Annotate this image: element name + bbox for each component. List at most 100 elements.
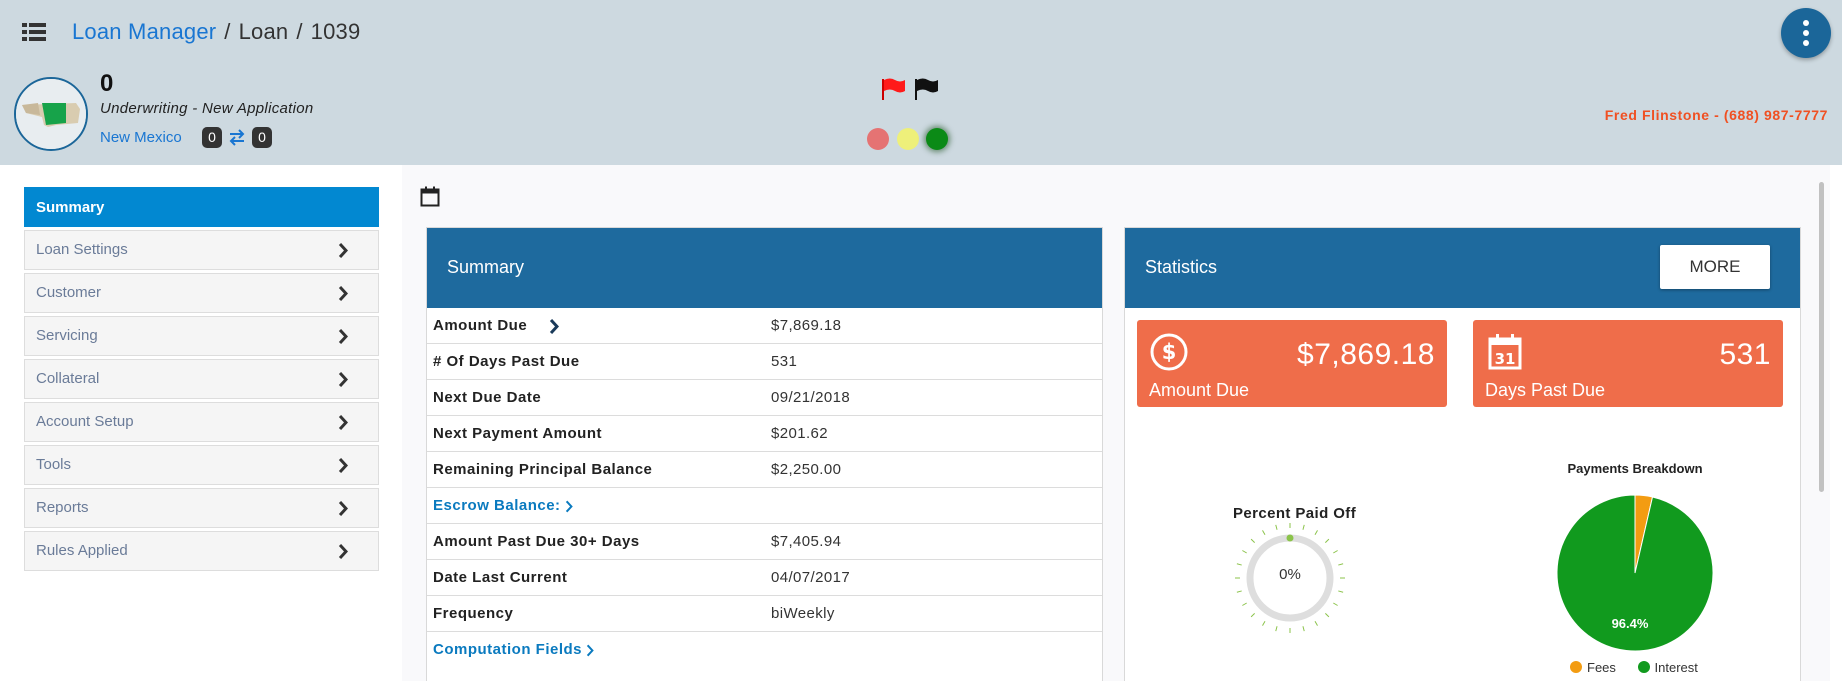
- summary-row-amount-past-due-30: Amount Past Due 30+ Days $7,405.94: [427, 524, 1102, 560]
- sidebar-item-servicing[interactable]: Servicing: [24, 316, 379, 356]
- red-flag-icon[interactable]: [880, 77, 906, 101]
- legend-dot: [1570, 661, 1582, 673]
- sidebar-item-summary[interactable]: Summary: [24, 187, 379, 227]
- status-dot-yellow[interactable]: [897, 128, 919, 150]
- breadcrumb-separator: /: [296, 19, 303, 44]
- gauge-tick: [1262, 621, 1266, 626]
- sidebar-item-loan-settings[interactable]: Loan Settings: [24, 230, 379, 270]
- sidebar-item-label: Servicing: [36, 327, 98, 344]
- gauge-tick: [1325, 538, 1330, 543]
- summary-panel-header: Summary: [427, 228, 1102, 308]
- more-button[interactable]: MORE: [1660, 245, 1770, 289]
- more-options-button[interactable]: [1781, 8, 1831, 58]
- gauge-tick: [1314, 530, 1318, 535]
- row-value: $2,250.00: [771, 461, 842, 478]
- sidebar-item-tools[interactable]: Tools: [24, 445, 379, 485]
- list-menu-icon[interactable]: [22, 22, 46, 42]
- gauge-tick: [1250, 538, 1255, 543]
- summary-row-escrow-balance: Escrow Balance:: [427, 488, 1102, 524]
- gauge-tick: [1262, 530, 1266, 535]
- svg-text:31: 31: [1495, 350, 1516, 368]
- summary-row-date-last-current: Date Last Current 04/07/2017: [427, 560, 1102, 596]
- svg-text:$: $: [1162, 340, 1177, 364]
- row-label: Computation Fields: [433, 641, 582, 658]
- legend-dot: [1637, 661, 1650, 673]
- legend-item-fees[interactable]: Fees: [1570, 660, 1616, 675]
- statistics-panel-header: Statistics MORE: [1125, 228, 1800, 308]
- sidebar-item-collateral[interactable]: Collateral: [24, 359, 379, 399]
- row-label: # Of Days Past Due: [433, 353, 580, 370]
- row-value: $7,869.18: [771, 317, 842, 334]
- statistics-panel-title: Statistics: [1145, 257, 1218, 277]
- chevron-right-icon: [338, 458, 348, 473]
- gauge-tick: [1275, 524, 1278, 530]
- loan-number: 0: [100, 70, 114, 97]
- chevron-right-icon: [338, 544, 348, 559]
- gauge-marker: [1286, 534, 1294, 542]
- status-dot-red[interactable]: [867, 128, 889, 150]
- row-label: Frequency: [433, 605, 514, 622]
- legend-item-interest[interactable]: Interest: [1637, 660, 1698, 675]
- summary-row-frequency: Frequency biWeekly: [427, 596, 1102, 632]
- row-label: Date Last Current: [433, 569, 568, 586]
- computation-fields-link[interactable]: Computation Fields: [433, 632, 594, 668]
- breadcrumb-loan-id: 1039: [310, 19, 361, 44]
- summary-panel-title: Summary: [447, 257, 525, 277]
- chevron-right-icon: [338, 286, 348, 301]
- breadcrumb-loan-manager[interactable]: Loan Manager: [72, 19, 216, 44]
- row-value: $7,405.94: [771, 533, 842, 550]
- row-label: Next Payment Amount: [433, 425, 602, 442]
- card-value: 531: [1719, 338, 1771, 371]
- kebab-dot: [1803, 40, 1809, 46]
- chevron-right-icon: [586, 644, 594, 656]
- chevron-right-icon: [565, 500, 573, 512]
- row-value: $201.62: [771, 425, 829, 442]
- row-label: Remaining Principal Balance: [433, 461, 653, 478]
- payments-breakdown-pie: 96.4%: [1556, 494, 1714, 652]
- main-scrollbar[interactable]: [1819, 182, 1824, 492]
- amount-due-card[interactable]: $ $7,869.18 Amount Due: [1137, 320, 1447, 407]
- gauge-tick: [1338, 563, 1344, 566]
- sidebar-item-reports[interactable]: Reports: [24, 488, 379, 528]
- swap-arrows-icon[interactable]: [228, 128, 246, 146]
- gauge-tick: [1242, 602, 1247, 606]
- chevron-right-icon: [338, 329, 348, 344]
- sidebar-item-label: Summary: [36, 199, 105, 216]
- state-avatar[interactable]: [14, 77, 88, 151]
- row-value: biWeekly: [771, 605, 835, 622]
- gauge-tick: [1325, 613, 1330, 618]
- row-value: 531: [771, 353, 798, 370]
- sidebar-item-rules-applied[interactable]: Rules Applied: [24, 531, 379, 571]
- summary-row-remaining-principal: Remaining Principal Balance $2,250.00: [427, 452, 1102, 488]
- gauge-tick: [1236, 590, 1242, 593]
- card-label: Amount Due: [1149, 380, 1250, 400]
- pie-legend: Fees Interest: [1570, 660, 1716, 675]
- row-label: Next Due Date: [433, 389, 542, 406]
- sidebar-item-label: Customer: [36, 284, 102, 301]
- days-past-due-card[interactable]: 31 531 Days Past Due: [1473, 320, 1783, 407]
- contact-info[interactable]: Fred Flinstone - (688) 987-7777: [1605, 107, 1828, 123]
- calendar-icon[interactable]: [420, 186, 440, 207]
- sidebar-item-label: Tools: [36, 456, 72, 473]
- status-dot-green[interactable]: [926, 128, 948, 150]
- gauge-tick: [1242, 550, 1247, 554]
- row-label: Amount Due: [433, 317, 528, 334]
- sidebar-item-customer[interactable]: Customer: [24, 273, 379, 313]
- app-header: Loan Manager / Loan / 1039 0 Underwriting - …: [0, 0, 1842, 165]
- escrow-balance-link[interactable]: Escrow Balance:: [433, 488, 573, 524]
- chevron-right-icon[interactable]: [549, 318, 560, 334]
- breadcrumb-separator: /: [224, 19, 231, 44]
- summary-row-next-payment-amount: Next Payment Amount $201.62: [427, 416, 1102, 452]
- sidebar-item-label: Reports: [36, 499, 89, 516]
- gauge-tick: [1333, 550, 1338, 554]
- dollar-circle-icon: $: [1150, 333, 1188, 371]
- percent-paid-off-value: 0%: [1279, 566, 1301, 583]
- row-label: Escrow Balance:: [433, 497, 561, 514]
- sidebar-nav: Summary Loan Settings Customer Servicing…: [24, 187, 379, 574]
- sidebar-item-account-setup[interactable]: Account Setup: [24, 402, 379, 442]
- kebab-dot: [1803, 30, 1809, 36]
- summary-row-computation-fields: Computation Fields: [427, 632, 1102, 668]
- breadcrumb: Loan Manager / Loan / 1039: [72, 19, 360, 45]
- loan-state-link[interactable]: New Mexico: [100, 129, 182, 146]
- black-flag-icon[interactable]: [913, 77, 939, 101]
